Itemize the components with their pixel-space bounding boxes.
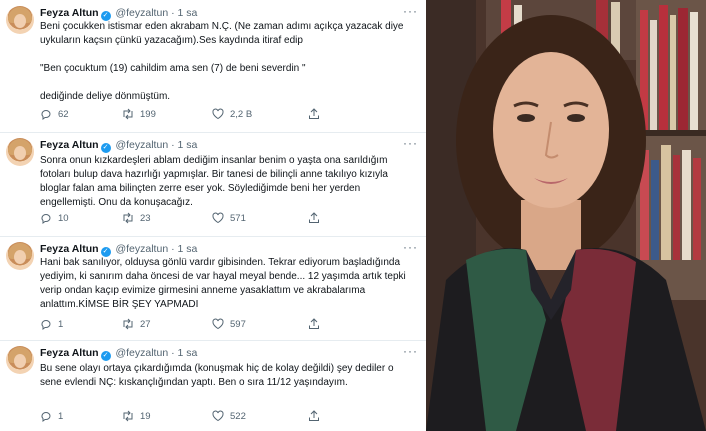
avatar[interactable] [6,242,34,270]
tweet-text: Hani bak sanılıyor, olduysa gönlü vardır… [40,257,406,310]
avatar[interactable] [6,346,34,374]
avatar[interactable] [6,138,34,166]
retweet-icon [123,212,133,224]
retweet-count: 23 [140,212,151,224]
reply-count: 1 [58,410,64,422]
retweet-count: 19 [140,410,151,422]
share-button[interactable] [308,212,320,224]
tweet[interactable]: Feyza Altun ✓ @feyzaltun · 1 sa ··· Bu se… [0,340,426,431]
like-button[interactable]: 522 [212,410,246,422]
retweet-button[interactable]: 199 [122,108,156,120]
more-icon[interactable]: ··· [403,136,418,150]
tweet-text: Beni çocukken istismar eden akrabam N.Ç.… [40,21,404,102]
reply-icon [41,412,51,422]
tweet-thread: Feyza Altun ✓ @feyzaltun · 1 sa ··· Beni … [0,0,426,431]
tweet-time[interactable]: · 1 sa [171,7,197,19]
reply-count: 10 [58,212,69,224]
retweet-count: 199 [140,108,156,120]
author-name[interactable]: Feyza Altun [40,347,99,359]
like-count: 571 [230,212,246,224]
author-handle[interactable]: @feyzaltun [115,347,168,359]
author-handle[interactable]: @feyzaltun [115,7,168,19]
more-icon[interactable]: ··· [403,240,418,254]
retweet-button[interactable]: 19 [122,410,151,422]
share-button[interactable] [308,410,320,422]
tweet-time[interactable]: · 1 sa [171,347,197,359]
reply-icon [41,214,51,224]
like-count: 522 [230,410,246,422]
heart-icon [212,212,224,224]
author-name[interactable]: Feyza Altun [40,139,99,151]
tweet-actions: 10 23 571 [40,212,370,226]
author-handle[interactable]: @feyzaltun [115,139,168,151]
tweet-actions: 62 199 2,2 B [40,108,370,122]
reply-button[interactable]: 62 [40,108,69,120]
tweet-header: Feyza Altun ✓ @feyzaltun · 1 sa [40,7,197,21]
heart-icon [212,318,224,330]
tweet-time[interactable]: · 1 sa [171,243,197,255]
tweet-text: Sonra onun kızkardeşleri ablam dediğim i… [40,155,388,208]
portrait-illustration [426,0,706,431]
tweet-actions: 1 27 597 [40,318,370,332]
share-icon [309,410,319,421]
tweet-header: Feyza Altun ✓ @feyzaltun · 1 sa [40,139,197,153]
verified-icon: ✓ [100,351,111,361]
portrait-photo [426,0,706,431]
reply-button[interactable]: 1 [40,318,63,330]
like-button[interactable]: 597 [212,318,246,330]
like-count: 597 [230,318,246,330]
retweet-button[interactable]: 27 [122,318,151,330]
tweet[interactable]: Feyza Altun ✓ @feyzaltun · 1 sa ··· Hani … [0,236,426,341]
retweet-button[interactable]: 23 [122,212,151,224]
reply-button[interactable]: 1 [40,410,63,422]
reply-button[interactable]: 10 [40,212,69,224]
retweet-icon [123,318,133,330]
reply-count: 1 [58,318,64,330]
retweet-icon [123,108,133,120]
like-count: 2,2 B [230,108,253,120]
tweet-header: Feyza Altun ✓ @feyzaltun · 1 sa [40,347,197,361]
more-icon[interactable]: ··· [403,344,418,358]
share-button[interactable] [308,318,320,330]
more-icon[interactable]: ··· [403,4,418,18]
heart-icon [212,410,224,422]
reply-icon [41,320,51,330]
tweet[interactable]: Feyza Altun ✓ @feyzaltun · 1 sa ··· Sonra… [0,132,426,237]
share-button[interactable] [308,108,320,120]
like-button[interactable]: 2,2 B [212,108,252,120]
tweet-actions: 1 19 522 [40,410,370,424]
reply-icon [41,110,51,120]
avatar[interactable] [6,6,34,34]
tweet[interactable]: Feyza Altun ✓ @feyzaltun · 1 sa ··· Beni … [0,0,426,133]
share-icon [309,318,319,329]
tweet-text: Bu sene olayı ortaya çıkardığımda (konuş… [40,363,394,388]
author-handle[interactable]: @feyzaltun [115,243,168,255]
retweet-icon [123,410,133,422]
like-button[interactable]: 571 [212,212,246,224]
share-icon [309,212,319,223]
author-name[interactable]: Feyza Altun [40,7,99,19]
tweet-time[interactable]: · 1 sa [171,139,197,151]
author-name[interactable]: Feyza Altun [40,243,99,255]
verified-icon: ✓ [100,143,111,153]
tweet-header: Feyza Altun ✓ @feyzaltun · 1 sa [40,243,197,257]
retweet-count: 27 [140,318,151,330]
heart-icon [212,108,224,120]
reply-count: 62 [58,108,69,120]
share-icon [309,108,319,119]
